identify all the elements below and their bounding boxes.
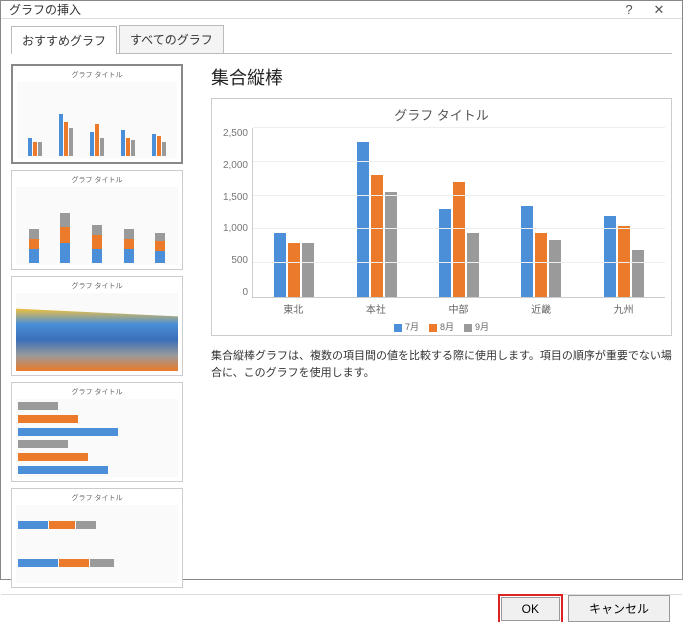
chart-wrapper: グラフ タイトル 2,5002,0001,5001,0005000 東北本社中部… <box>211 98 672 336</box>
help-icon[interactable]: ? <box>614 2 644 17</box>
chart-preview: 集合縦棒 グラフ タイトル 2,5002,0001,5001,0005000 東… <box>211 64 672 594</box>
titlebar: グラフの挿入 ? ✕ <box>1 1 682 19</box>
chart-thumbnails[interactable]: グラフ タイトル グラフ タイトル <box>11 64 201 594</box>
window-title: グラフの挿入 <box>9 1 614 18</box>
tab-bar: おすすめグラフ すべてのグラフ <box>11 25 672 54</box>
dialog-footer: OK キャンセル <box>1 594 682 622</box>
thumb-clustered-column[interactable]: グラフ タイトル <box>11 64 183 164</box>
y-axis: 2,5002,0001,5001,0005000 <box>218 128 252 298</box>
legend: 7月8月9月 <box>218 320 665 333</box>
ok-button[interactable]: OK <box>501 597 560 621</box>
thumb-clustered-bar[interactable]: グラフ タイトル <box>11 382 183 482</box>
plot-area <box>252 128 665 298</box>
tab-all[interactable]: すべてのグラフ <box>119 25 224 53</box>
thumb-stacked-bar[interactable]: グラフ タイトル <box>11 488 183 588</box>
thumb-stacked-column[interactable]: グラフ タイトル <box>11 170 183 270</box>
thumb-area[interactable]: グラフ タイトル <box>11 276 183 376</box>
x-axis: 東北本社中部近畿九州 <box>252 298 665 316</box>
close-icon[interactable]: ✕ <box>644 2 674 18</box>
insert-chart-dialog: グラフの挿入 ? ✕ おすすめグラフ すべてのグラフ グラフ タイトル <box>0 0 683 580</box>
chart-type-title: 集合縦棒 <box>211 64 672 90</box>
tab-recommended[interactable]: おすすめグラフ <box>11 26 117 54</box>
cancel-button[interactable]: キャンセル <box>568 595 670 622</box>
chart-description: 集合縦棒グラフは、複数の項目間の値を比較する際に使用します。項目の順序が重要でな… <box>211 348 672 381</box>
chart-title: グラフ タイトル <box>218 105 665 124</box>
